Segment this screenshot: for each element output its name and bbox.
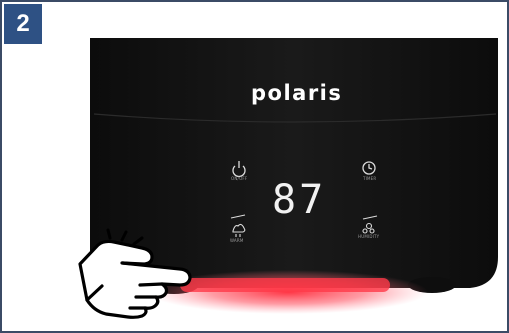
power-button-label: ON/OFF: [231, 176, 248, 181]
humidity-button-label: HUMIDITY: [358, 234, 380, 239]
step-number-badge: 2: [4, 4, 42, 44]
device-body: [90, 38, 498, 288]
brand-logo-text: polaris: [251, 81, 343, 105]
timer-button-label: TIMER: [363, 176, 377, 181]
warm-button-label: WARM: [230, 238, 244, 243]
instruction-frame: 2 polaris 87 ON/OFF TIMER WARM HUMIDITY: [0, 0, 509, 333]
humidifier-illustration: [78, 38, 498, 319]
night-light-strip: [180, 278, 390, 292]
humidity-display: 87: [272, 177, 327, 223]
